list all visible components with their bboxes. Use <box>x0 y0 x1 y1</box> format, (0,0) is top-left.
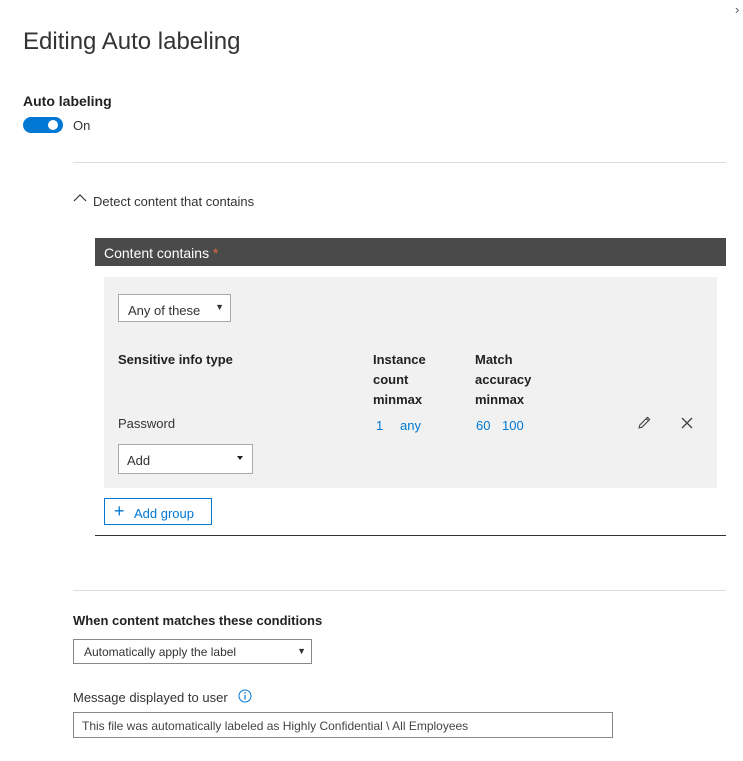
info-icon[interactable] <box>238 689 252 703</box>
divider <box>73 162 726 163</box>
add-info-type-select[interactable]: Add <box>118 444 253 474</box>
toggle-state-label: On <box>73 118 91 133</box>
toggle-knob <box>48 120 58 130</box>
chevron-up-icon[interactable] <box>73 193 87 203</box>
column-header-type: Sensitive info type <box>118 352 233 367</box>
add-select-value: Add <box>127 453 151 468</box>
auto-labeling-heading: Auto labeling <box>23 93 112 109</box>
column-header-instance-count: Instance count minmax <box>373 352 426 407</box>
content-contains-label: Content contains <box>104 245 210 261</box>
info-type-name: Password <box>118 416 176 431</box>
instance-count-max[interactable]: any <box>400 418 421 433</box>
divider <box>73 590 726 591</box>
conditions-action-value: Automatically apply the label <box>84 645 237 659</box>
message-label: Message displayed to user <box>73 690 228 705</box>
group-operator-value: Any of these <box>128 303 201 318</box>
add-group-button[interactable]: + Add group <box>104 498 212 525</box>
pencil-icon[interactable] <box>636 415 652 431</box>
match-accuracy-min[interactable]: 60 <box>476 418 490 433</box>
match-accuracy-max[interactable]: 100 <box>502 418 524 433</box>
detect-section-toggle[interactable]: Detect content that contains <box>93 194 254 209</box>
message-input-value: This file was automatically labeled as H… <box>82 719 469 733</box>
message-input[interactable]: This file was automatically labeled as H… <box>73 712 613 738</box>
page-title: Editing Auto labeling <box>23 28 241 55</box>
instance-count-min[interactable]: 1 <box>376 418 383 433</box>
dropdown-arrow-icon: ▼ <box>297 646 306 656</box>
dropdown-arrow-icon: ▼ <box>215 302 224 312</box>
conditions-label: When content matches these conditions <box>73 613 323 628</box>
conditions-action-select[interactable]: Automatically apply the label ▼ <box>73 639 312 664</box>
chevron-down-icon <box>237 456 243 460</box>
group-operator-select[interactable]: Any of these ▼ <box>118 294 231 322</box>
close-panel-icon[interactable]: › <box>735 2 739 17</box>
required-marker: * <box>212 245 219 261</box>
close-icon[interactable] <box>680 416 694 430</box>
auto-labeling-toggle[interactable] <box>23 117 63 133</box>
column-header-match-accuracy: Match accuracy minmax <box>475 352 532 407</box>
content-contains-title: Content contains * <box>104 245 218 261</box>
plus-icon: + <box>114 501 125 521</box>
add-group-label: Add group <box>134 506 194 521</box>
section-end-divider <box>95 535 726 536</box>
